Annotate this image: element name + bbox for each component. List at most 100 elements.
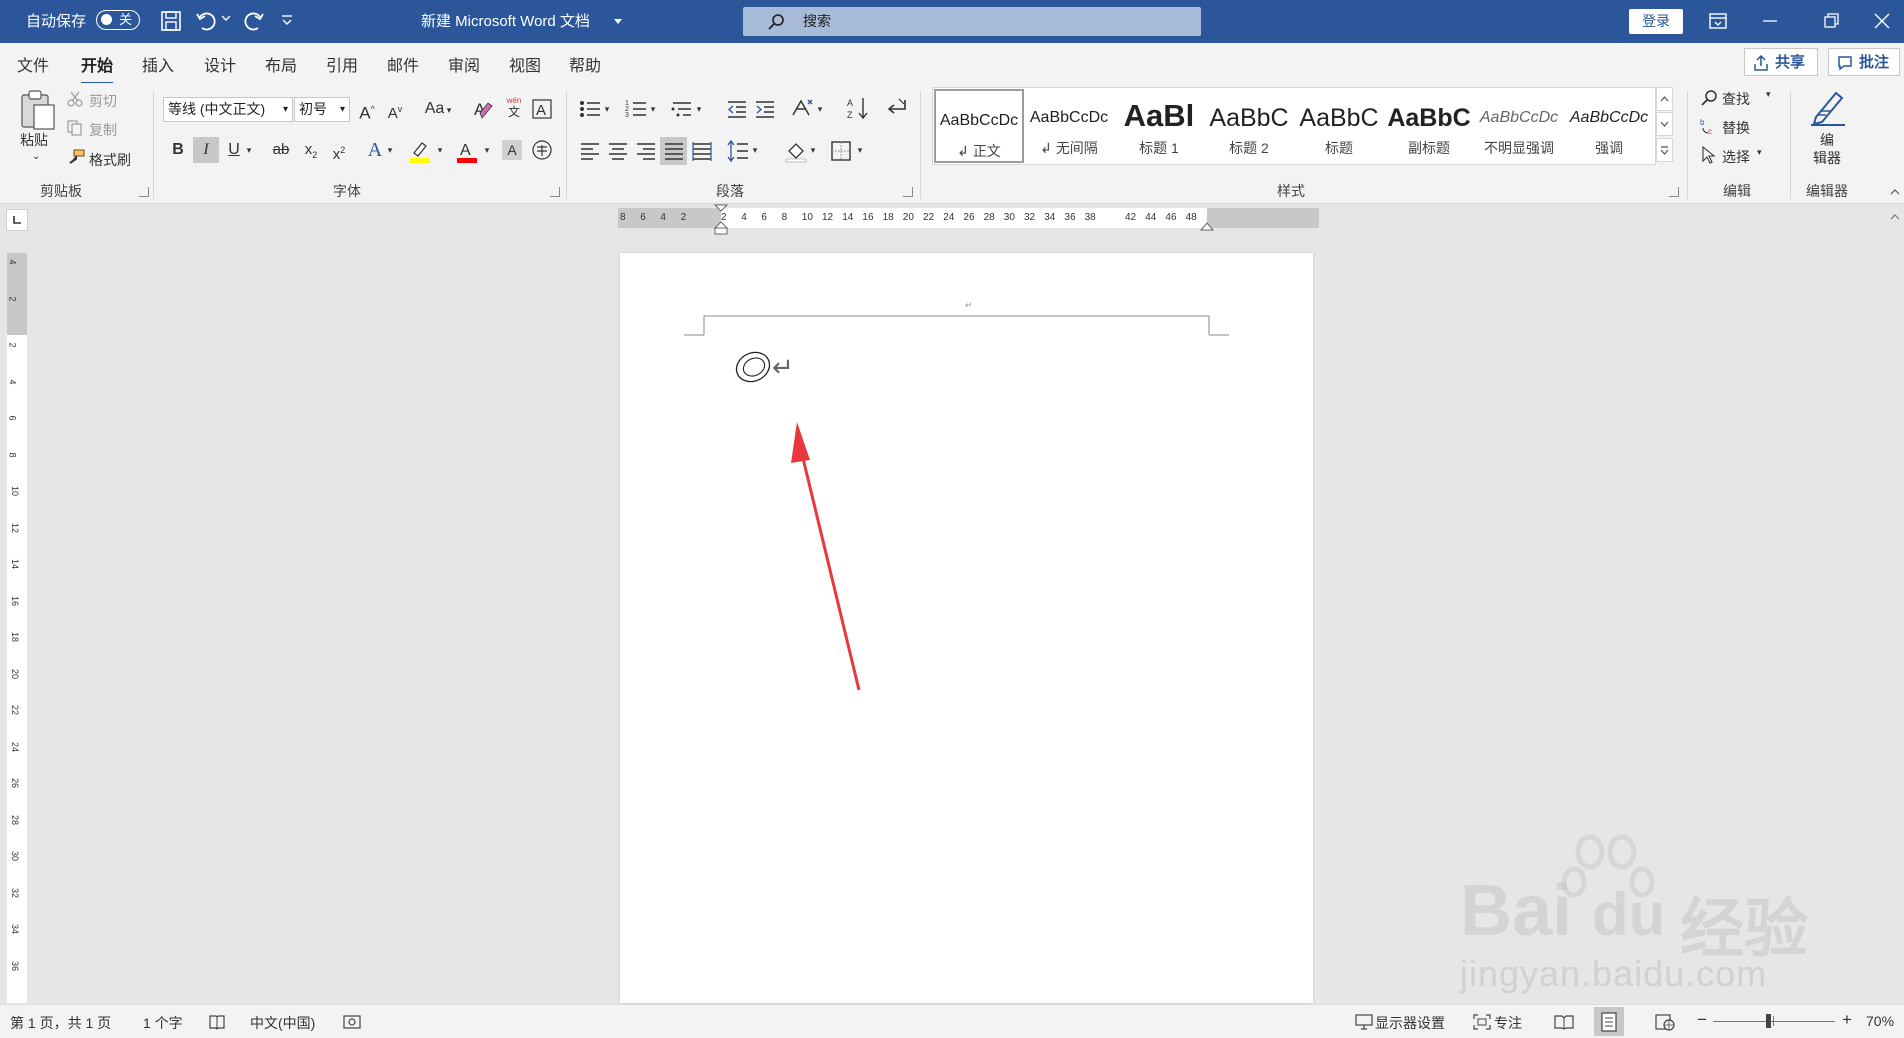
zoom-level[interactable]: 70% — [1866, 1013, 1894, 1029]
tab-references[interactable]: 引用 — [326, 52, 358, 76]
title-dropdown-icon[interactable] — [612, 16, 638, 42]
enclose-characters-icon[interactable] — [531, 139, 553, 161]
style-emphasis[interactable]: AaBbCcDc 强调 — [1564, 88, 1654, 164]
tab-mailings[interactable]: 邮件 — [387, 52, 419, 76]
zoom-slider[interactable] — [1713, 1014, 1835, 1028]
close-button[interactable] — [1864, 0, 1904, 43]
style-subtle-emphasis[interactable]: AaBbCcDc 不明显强调 — [1474, 88, 1564, 164]
undo-icon[interactable] — [194, 8, 220, 34]
style-heading-2[interactable]: AaBbC 标题 2 — [1204, 88, 1294, 164]
borders-dropdown-icon[interactable]: ▾ — [853, 137, 867, 163]
font-size-combo[interactable]: 初号 ▾ — [294, 97, 350, 122]
bullets-dropdown-icon[interactable]: ▾ — [600, 96, 614, 122]
tab-view[interactable]: 视图 — [509, 52, 541, 76]
font-color-dropdown-icon[interactable]: ▾ — [480, 137, 494, 163]
style-normal[interactable]: AaBbCcDc ↲ 正文 — [934, 89, 1024, 163]
text-effects-dropdown-icon[interactable]: ▾ — [383, 137, 397, 163]
character-shading-icon[interactable]: A — [502, 140, 522, 160]
tab-layout[interactable]: 布局 — [265, 52, 297, 76]
cut-button[interactable]: 剪切 — [89, 91, 117, 111]
display-settings-button[interactable]: 显示器设置 — [1375, 1013, 1445, 1033]
language[interactable]: 中文(中国) — [250, 1013, 315, 1033]
tab-insert[interactable]: 插入 — [142, 52, 174, 76]
autosave-toggle[interactable]: 关 — [96, 10, 140, 30]
grow-font-icon[interactable]: A^ — [354, 96, 380, 123]
paragraph-launcher-icon[interactable] — [903, 187, 913, 197]
tab-home[interactable]: 开始 — [81, 52, 114, 85]
paste-dropdown-icon[interactable]: ⌄ — [32, 151, 40, 162]
right-indent-icon[interactable] — [1200, 218, 1214, 232]
clipboard-launcher-icon[interactable] — [139, 187, 149, 197]
justify-button[interactable] — [660, 137, 687, 165]
align-center-icon[interactable] — [607, 141, 629, 161]
line-spacing-icon[interactable] — [726, 139, 750, 163]
show-marks-icon[interactable] — [884, 96, 908, 120]
font-launcher-icon[interactable] — [550, 187, 560, 197]
save-icon[interactable] — [158, 8, 184, 34]
indent-markers-icon[interactable] — [714, 204, 728, 236]
proofing-icon[interactable] — [208, 1014, 226, 1030]
zoom-out-button[interactable]: − — [1697, 1010, 1707, 1030]
superscript-button[interactable]: x2 — [326, 137, 352, 163]
copy-button[interactable]: 复制 — [89, 120, 117, 140]
find-dropdown-icon[interactable]: ▾ — [1766, 89, 1771, 100]
page-info[interactable]: 第 1 页，共 1 页 — [10, 1013, 111, 1033]
editor-icon[interactable] — [1808, 87, 1848, 127]
minimize-button[interactable] — [1740, 0, 1800, 43]
numbering-icon[interactable]: 123 — [625, 99, 647, 119]
read-mode-icon[interactable] — [1554, 1013, 1574, 1031]
shrink-font-icon[interactable]: Av — [382, 96, 408, 122]
comments-button[interactable]: 批注 — [1828, 48, 1900, 76]
select-button[interactable]: 选择 — [1722, 147, 1750, 167]
zoom-in-button[interactable]: + — [1842, 1010, 1852, 1030]
style-no-spacing[interactable]: AaBbCcDc ↲ 无间隔 — [1024, 88, 1114, 164]
align-left-icon[interactable] — [579, 141, 601, 161]
gallery-scroll-down[interactable] — [1656, 112, 1673, 136]
tab-selector[interactable] — [6, 209, 28, 231]
scroll-up-icon[interactable] — [1886, 210, 1904, 224]
customize-qat-icon[interactable] — [280, 14, 306, 40]
editor-label-2[interactable]: 辑器 — [1813, 148, 1841, 168]
tab-file[interactable]: 文件 — [17, 52, 49, 76]
strikethrough-button[interactable]: ab — [268, 137, 294, 163]
login-button[interactable]: 登录 — [1629, 9, 1683, 34]
numbering-dropdown-icon[interactable]: ▾ — [646, 96, 660, 122]
tab-design[interactable]: 设计 — [204, 52, 236, 76]
chinese-layout-dropdown-icon[interactable]: ▾ — [813, 96, 827, 122]
document-title[interactable]: 新建 Microsoft Word 文档 — [421, 0, 590, 43]
macro-recording-icon[interactable] — [343, 1014, 361, 1030]
gallery-more[interactable] — [1656, 138, 1673, 162]
line-spacing-dropdown-icon[interactable]: ▾ — [748, 137, 762, 163]
gallery-scroll-up[interactable] — [1656, 87, 1673, 111]
sort-icon[interactable]: AZ — [846, 96, 870, 120]
distributed-icon[interactable] — [691, 141, 713, 161]
enclosed-character-symbol[interactable] — [734, 350, 776, 384]
print-layout-button[interactable] — [1594, 1007, 1624, 1036]
align-right-icon[interactable] — [635, 141, 657, 161]
word-count[interactable]: 1 个字 — [143, 1013, 183, 1033]
increase-indent-icon[interactable] — [754, 99, 776, 119]
multilevel-list-icon[interactable] — [671, 99, 693, 119]
vertical-scrollbar[interactable] — [1886, 208, 1904, 1004]
paste-icon[interactable] — [18, 89, 58, 133]
search-box[interactable]: 搜索 — [743, 7, 1201, 36]
highlight-icon[interactable] — [408, 139, 432, 163]
format-painter-button[interactable]: 格式刷 — [89, 150, 131, 170]
shading-icon[interactable] — [784, 139, 808, 163]
clear-formatting-icon[interactable]: A — [472, 98, 494, 120]
highlight-dropdown-icon[interactable]: ▾ — [433, 137, 447, 163]
phonetic-guide-icon[interactable]: wén 文 — [505, 96, 523, 120]
change-case-button[interactable]: Aa ▾ — [418, 96, 458, 122]
zoom-thumb[interactable] — [1765, 1014, 1771, 1028]
document-page[interactable]: ↵ ◎ ↵ — [620, 253, 1313, 1003]
editor-label-1[interactable]: 编 — [1820, 130, 1834, 150]
vertical-ruler[interactable]: 4 2 2 4 6 8 10 12 14 16 18 20 22 24 26 28 30 32 34 36 — [7, 253, 27, 1003]
shading-dropdown-icon[interactable]: ▾ — [806, 137, 820, 163]
focus-button[interactable]: 专注 — [1494, 1013, 1522, 1033]
chinese-layout-icon[interactable] — [790, 97, 814, 119]
web-layout-icon[interactable] — [1655, 1013, 1675, 1031]
borders-icon[interactable] — [830, 140, 852, 162]
decrease-indent-icon[interactable] — [726, 99, 748, 119]
bold-button[interactable]: B — [165, 137, 191, 163]
find-button[interactable]: 查找 — [1722, 89, 1750, 109]
